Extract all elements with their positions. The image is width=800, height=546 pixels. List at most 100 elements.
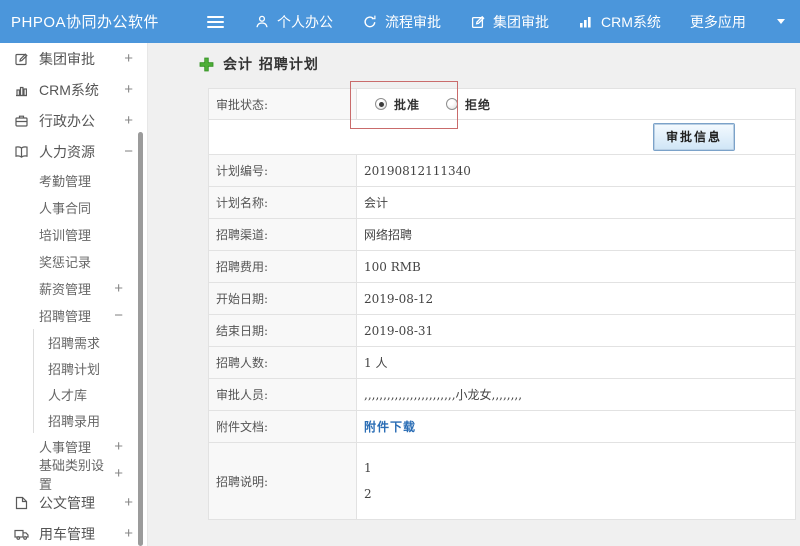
approve-info-button[interactable]: 审批信息: [652, 123, 735, 151]
sidebar-subitem-rewards[interactable]: 奖惩记录: [0, 248, 147, 275]
sidebar-item-vehicle-mgmt[interactable]: 用车管理 +: [0, 518, 147, 546]
sidebar-scrollbar[interactable]: [138, 132, 143, 546]
menu-icon[interactable]: [207, 13, 225, 31]
collapse-minus-icon[interactable]: −: [114, 307, 123, 324]
sidebar-subsubitem-label: 招聘录用: [48, 413, 101, 429]
more-apps-dropdown[interactable]: [775, 19, 785, 24]
sidebar-subsubitem-recruit-demand[interactable]: 招聘需求: [34, 329, 147, 355]
field-value: ,,,,,,,,,,,,,,,,,,,,,,,,小龙女,,,,,,,,: [356, 378, 796, 411]
expand-plus-icon[interactable]: +: [124, 112, 133, 129]
expand-plus-icon[interactable]: +: [124, 81, 133, 98]
field-label: 招聘人数:: [208, 346, 357, 379]
expand-plus-icon[interactable]: +: [124, 494, 133, 511]
document-icon: [15, 496, 28, 509]
sidebar-subitem-label: 人事管理: [39, 440, 92, 455]
field-value: 100 RMB: [356, 250, 796, 283]
form-row-approvers: 审批人员: ,,,,,,,,,,,,,,,,,,,,,,,,小龙女,,,,,,,…: [208, 378, 796, 411]
description-line: 1: [364, 461, 372, 475]
expand-plus-icon[interactable]: +: [124, 50, 133, 67]
field-value: 20190812111340: [356, 154, 796, 187]
page-title: 会计 招聘计划: [223, 57, 319, 73]
sidebar-item-group-approval[interactable]: 集团审批 +: [0, 43, 147, 74]
sidebar-item-official-docs[interactable]: 公文管理 +: [0, 487, 147, 518]
form-row-recruit-channel: 招聘渠道: 网络招聘: [208, 218, 796, 251]
form-row-approve-button: 审批信息: [208, 119, 796, 155]
sidebar-subitem-salary[interactable]: 薪资管理 +: [0, 275, 147, 302]
field-value: 会计: [356, 186, 796, 219]
nav-item-label: 集团审批: [493, 13, 550, 30]
cycle-icon: [364, 15, 376, 27]
sidebar-subsubitem-recruit-plan[interactable]: 招聘计划: [34, 355, 147, 381]
radio-reject-label: 拒绝: [465, 97, 492, 112]
nav-item-label: 个人办公: [277, 13, 334, 30]
field-value: 2019-08-31: [356, 314, 796, 347]
expand-plus-icon[interactable]: +: [114, 280, 123, 297]
field-label: 计划名称:: [208, 186, 357, 219]
form-row-start-date: 开始日期: 2019-08-12: [208, 282, 796, 315]
radio-reject[interactable]: [446, 98, 459, 110]
sidebar-subitem-label: 基础类别设置: [39, 457, 105, 492]
nav-menu: 个人办公 流程审批 集团审批 CRM系统 更多应用: [254, 12, 800, 32]
sidebar-subitem-label: 奖惩记录: [39, 255, 92, 270]
field-label: 计划编号:: [208, 154, 357, 187]
form-row-end-date: 结束日期: 2019-08-31: [208, 314, 796, 347]
form-row-plan-name: 计划名称: 会计: [208, 186, 796, 219]
form-row-approval-status: 审批状态: 批准 拒绝: [208, 88, 796, 120]
sidebar-subitem-label: 薪资管理: [39, 282, 92, 297]
briefcase-icon: [15, 115, 28, 127]
sidebar-subitem-training[interactable]: 培训管理: [0, 221, 147, 248]
sidebar-item-human-resources[interactable]: 人力资源 −: [0, 136, 147, 167]
field-value: 2019-08-12: [356, 282, 796, 315]
sidebar-subsubitem-talent-pool[interactable]: 人才库: [34, 381, 147, 407]
field-value: 网络招聘: [356, 218, 796, 251]
collapse-minus-icon[interactable]: −: [124, 143, 133, 160]
sidebar-subitem-hr-contract[interactable]: 人事合同: [0, 194, 147, 221]
top-navbar: PHPOA协同办公软件 个人办公 流程审批 集团审批 CRM系统 更多应用: [0, 0, 800, 43]
sidebar-item-admin-office[interactable]: 行政办公 +: [0, 105, 147, 136]
sidebar-subitem-attendance[interactable]: 考勤管理: [0, 167, 147, 194]
field-label: 审批状态:: [208, 88, 357, 120]
field-label: 结束日期:: [208, 314, 357, 347]
sidebar-subitem-recruit-mgmt[interactable]: 招聘管理 −: [0, 302, 147, 329]
form-row-recruit-cost: 招聘费用: 100 RMB: [208, 250, 796, 283]
sidebar-item-label: 公文管理: [39, 494, 95, 511]
plus-icon: [199, 57, 214, 71]
sidebar-item-label: CRM系统: [39, 81, 99, 98]
field-label: 招聘费用:: [208, 250, 357, 283]
sidebar-subsubitem-recruit-hire[interactable]: 招聘录用: [34, 407, 147, 433]
expand-plus-icon[interactable]: +: [124, 525, 133, 542]
form-row-plan-number: 计划编号: 20190812111340: [208, 154, 796, 187]
recruit-submenu: 招聘需求 招聘计划 人才库 招聘录用: [33, 329, 147, 433]
nav-item-group-approval[interactable]: 集团审批: [470, 12, 549, 32]
sidebar-item-crm[interactable]: CRM系统 +: [0, 74, 147, 105]
nav-item-label: 流程审批: [385, 13, 442, 30]
bar-chart-icon: [16, 86, 28, 96]
approval-radio-group: 批准 拒绝: [364, 96, 795, 113]
nav-item-process-approval[interactable]: 流程审批: [362, 12, 441, 32]
page-header: 会计 招聘计划: [199, 54, 319, 74]
truck-icon: [14, 529, 29, 540]
form-row-recruit-description: 招聘说明: 1 2: [208, 442, 796, 520]
sidebar-subsubitem-label: 人才库: [48, 387, 88, 403]
edit-icon: [471, 15, 485, 28]
expand-plus-icon[interactable]: +: [114, 465, 123, 482]
open-book-icon: [15, 145, 28, 158]
nav-item-personal-office[interactable]: 个人办公: [254, 12, 333, 32]
field-label: 审批人员:: [208, 378, 357, 411]
nav-item-label: CRM系统: [601, 13, 661, 30]
attachment-download-link[interactable]: 附件下载: [364, 420, 416, 434]
field-label: 开始日期:: [208, 282, 357, 315]
form-row-headcount: 招聘人数: 1 人: [208, 346, 796, 379]
field-value: 1 人: [356, 346, 796, 379]
caret-down-icon: [776, 19, 785, 24]
bar-chart-icon: [580, 16, 591, 27]
sidebar-subitem-base-category[interactable]: 基础类别设置 +: [0, 458, 147, 492]
nav-item-more-apps[interactable]: 更多应用: [690, 12, 746, 32]
sidebar: 集团审批 + CRM系统 + 行政办公 + 人力资源 − 考勤管理 人事合同 培…: [0, 43, 148, 546]
expand-plus-icon[interactable]: +: [114, 438, 123, 455]
nav-item-crm-system[interactable]: CRM系统: [578, 12, 661, 32]
sidebar-subitem-label: 招聘管理: [39, 309, 92, 324]
sidebar-subsubitem-label: 招聘需求: [48, 335, 101, 351]
sidebar-subitem-label: 考勤管理: [39, 174, 92, 189]
radio-approve[interactable]: [375, 98, 387, 110]
